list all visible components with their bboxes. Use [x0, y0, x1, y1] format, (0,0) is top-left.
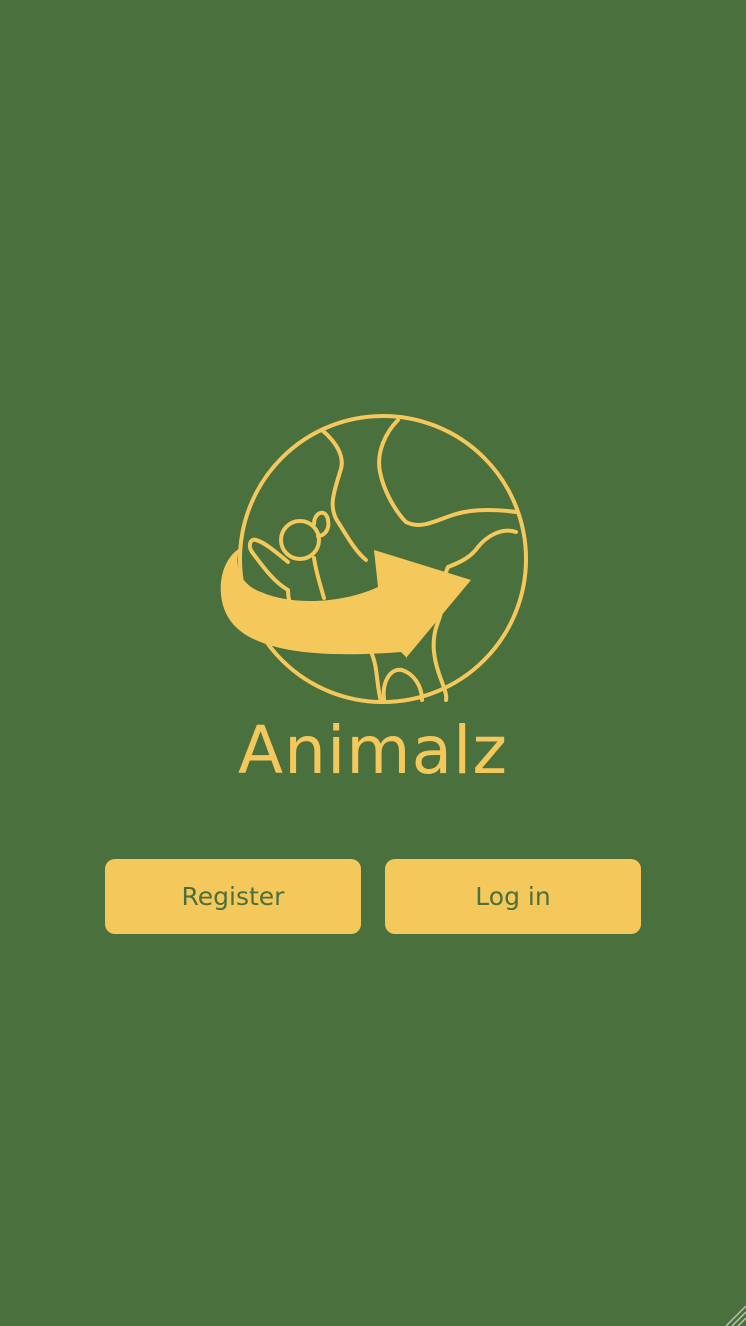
app-logo-icon	[216, 412, 530, 706]
login-button[interactable]: Log in	[385, 859, 641, 934]
resize-grip-icon[interactable]	[720, 1300, 746, 1326]
app-title: Animalz	[237, 712, 509, 789]
register-button[interactable]: Register	[105, 859, 361, 934]
